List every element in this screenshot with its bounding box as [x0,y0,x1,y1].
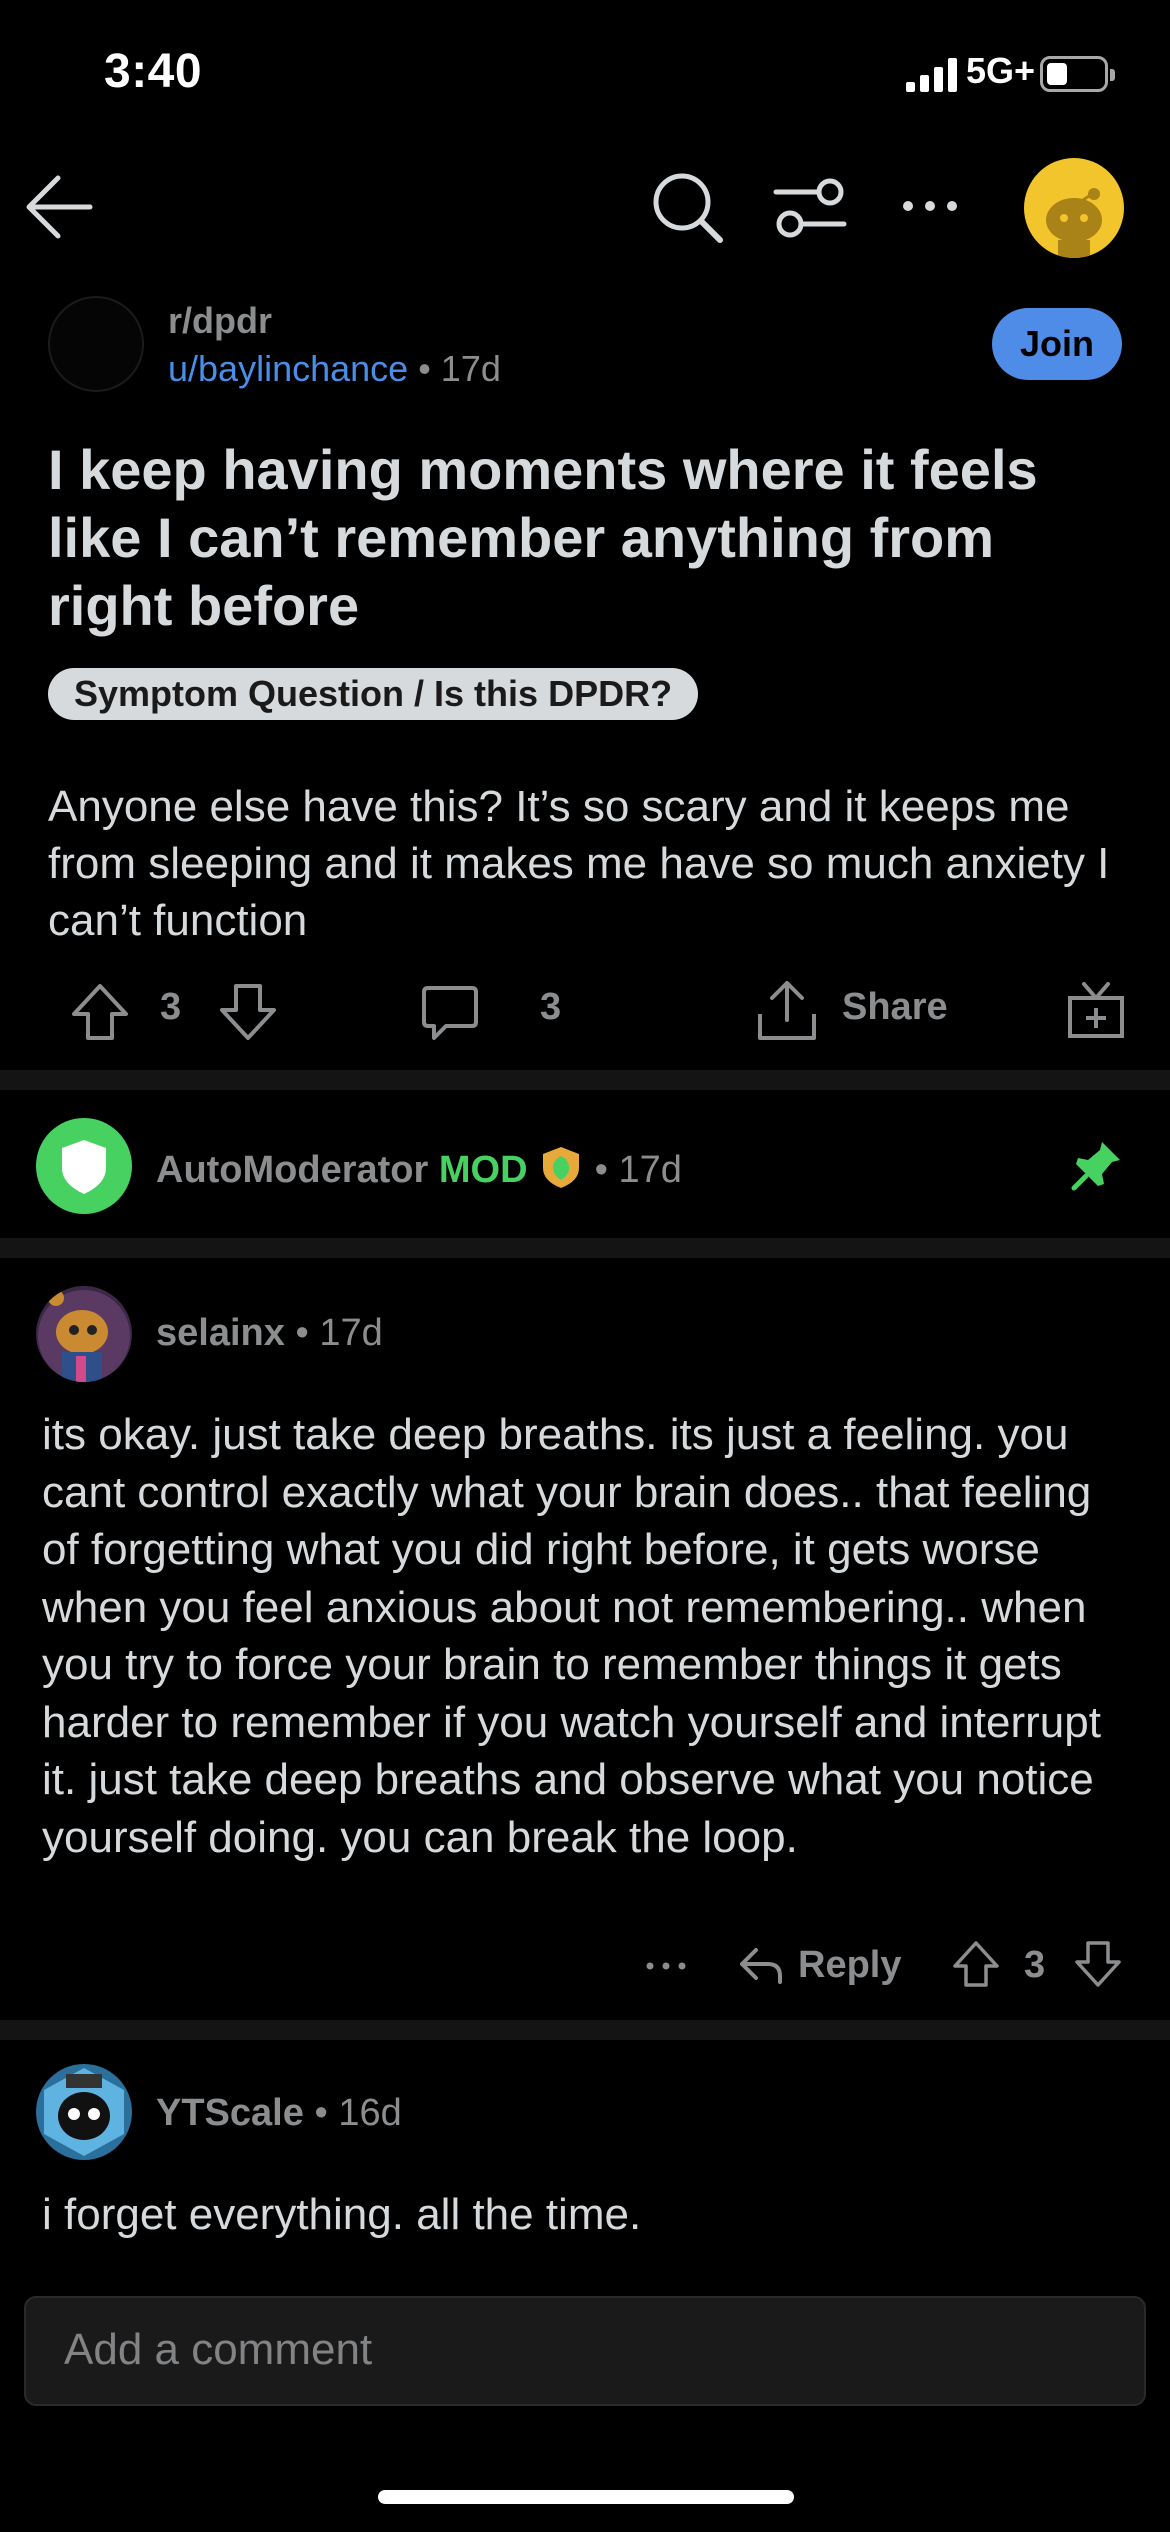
comment-icon[interactable] [420,982,480,1042]
upvote-icon[interactable] [70,982,130,1042]
post-age: 17d [440,348,501,389]
downvote-icon[interactable] [1074,1940,1122,1988]
automod-line: AutoModerator MOD • 17d [156,1144,682,1192]
automod-age: 17d [618,1149,682,1191]
status-bar: 3:40 5G+ [0,0,1170,150]
reply-button[interactable]: Reply [798,1944,901,1987]
network-label: 5G+ [966,50,1036,91]
more-icon[interactable] [898,174,962,238]
section-divider [0,1070,1170,1090]
comment-username[interactable]: YTScale [156,2092,304,2134]
comment-username[interactable]: selainx [156,1312,285,1354]
comment-body: i forget everything. all the time. [42,2190,642,2239]
comment-body: its okay. just take deep breaths. its ju… [42,1410,1101,1862]
subreddit-avatar[interactable] [48,296,144,392]
join-button[interactable]: Join [992,308,1122,380]
comment-avatar[interactable] [36,1286,132,1382]
search-icon[interactable] [650,170,726,246]
post-author[interactable]: u/baylinchance [168,348,408,389]
more-icon[interactable] [644,1944,688,1988]
filter-icon[interactable] [772,172,848,244]
profile-avatar[interactable] [1024,158,1124,258]
section-divider [0,1238,1170,1258]
status-time: 3:40 [104,45,203,98]
share-label[interactable]: Share [842,986,948,1029]
post-title: I keep having moments where it feels lik… [48,438,1038,637]
automod-username[interactable]: AutoModerator [156,1149,428,1191]
automod-avatar[interactable] [36,1118,132,1214]
pin-icon [1071,1142,1120,1191]
comment-actions: Reply 3 [0,1930,1170,2000]
post-author-line: u/baylinchance • 17d [168,348,501,389]
comment-avatar[interactable] [36,2064,132,2160]
comment-user-line: selainx • 17d [156,1312,383,1354]
downvote-icon[interactable] [218,982,278,1042]
home-indicator[interactable] [378,2490,794,2504]
post-flair[interactable]: Symptom Question / Is this DPDR? [48,668,699,720]
comment-age: 16d [338,2092,402,2134]
post-comment-count[interactable]: 3 [540,986,561,1029]
add-comment-input[interactable]: Add a comment [24,2296,1146,2406]
mod-shield-icon [543,1147,580,1188]
section-divider [0,2020,1170,2040]
signal-icon [906,58,957,92]
back-arrow-icon[interactable] [22,170,96,244]
mod-badge: MOD [438,1149,528,1191]
post-vote-count: 3 [160,986,182,1028]
share-icon[interactable] [756,978,818,1042]
top-nav [0,150,1170,270]
post-actions: 3 3 Share [0,970,1170,1050]
comment-user-line: YTScale • 16d [156,2092,402,2134]
award-icon[interactable] [1066,980,1126,1040]
shield-icon [62,1140,106,1194]
battery-icon [1040,56,1115,92]
post-body: Anyone else have this? It’s so scary and… [48,782,1110,945]
reply-icon[interactable] [738,1942,784,1986]
comment-age: 17d [319,1312,383,1354]
comment-vote-count: 3 [1024,1944,1046,1986]
subreddit-name[interactable]: r/dpdr [168,300,272,342]
upvote-icon[interactable] [952,1940,1000,1988]
